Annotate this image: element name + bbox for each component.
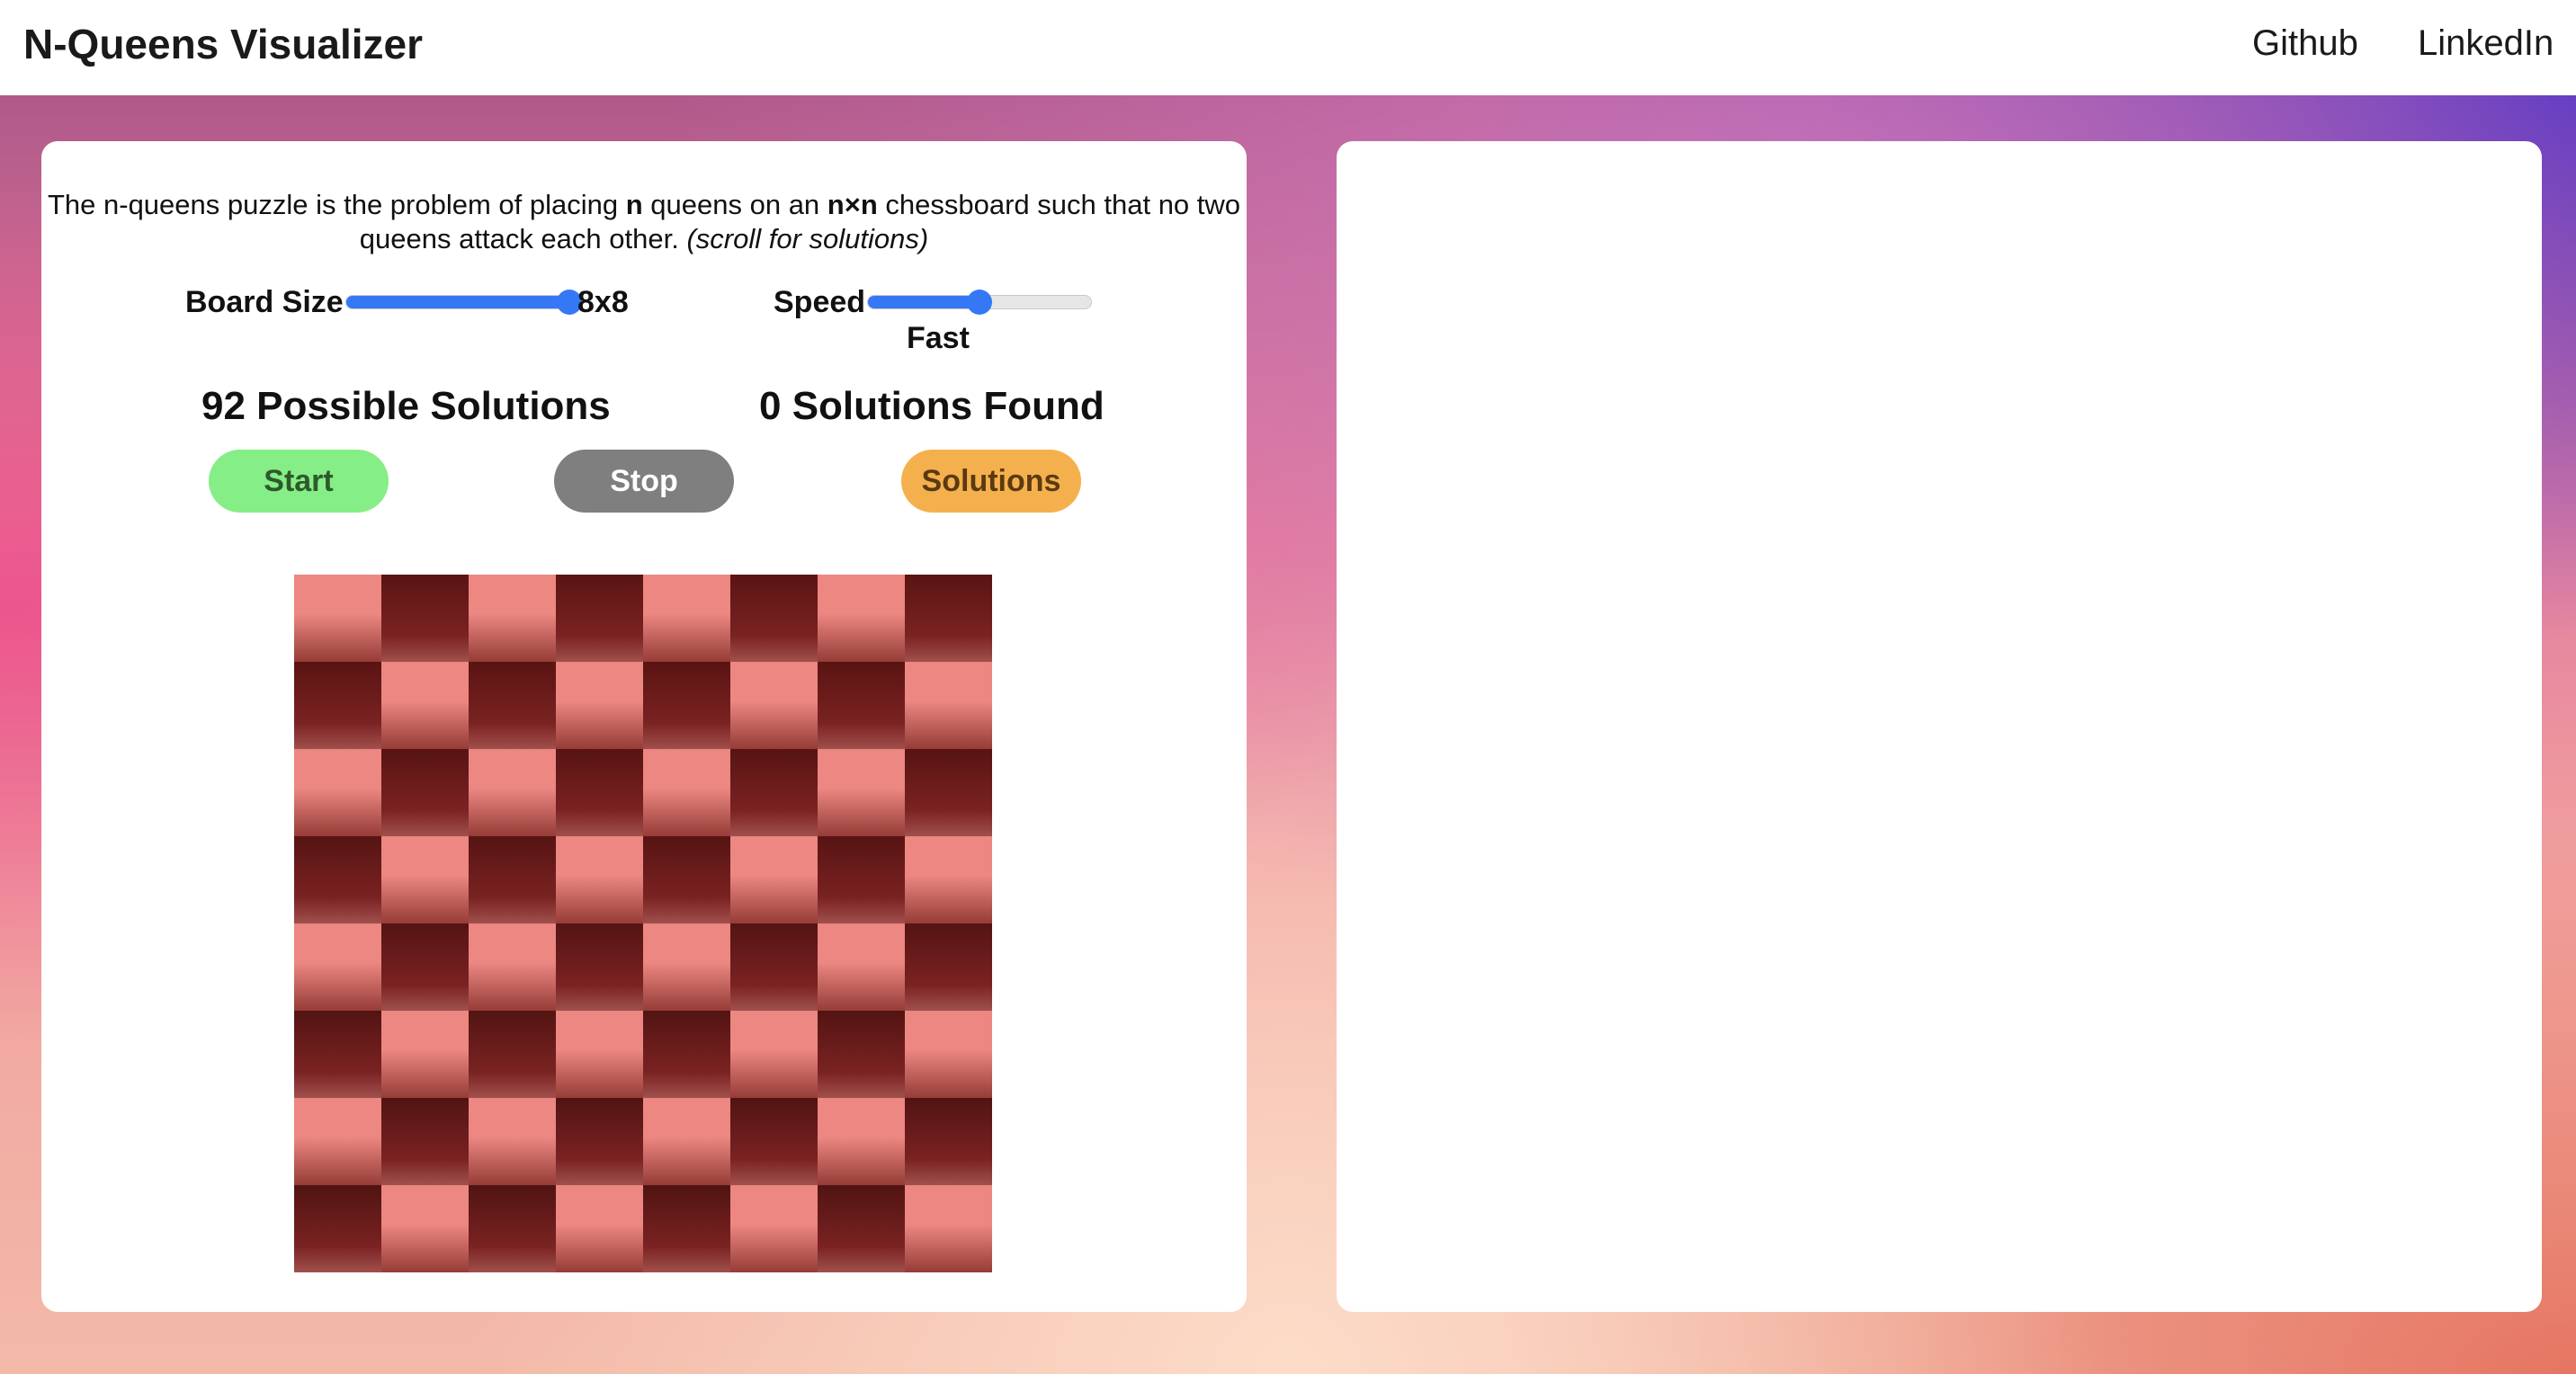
board-cell <box>381 575 469 662</box>
board-cell <box>469 1098 556 1185</box>
board-cell <box>643 749 730 836</box>
board-cell <box>730 1098 818 1185</box>
possible-solutions-count: 92 Possible Solutions <box>201 384 611 428</box>
board-cell <box>294 1098 381 1185</box>
board-cell <box>556 749 643 836</box>
intro-nxn: n×n <box>827 189 878 220</box>
board-cell <box>818 923 905 1011</box>
board-cell <box>730 749 818 836</box>
board-cell <box>643 575 730 662</box>
speed-value: Fast <box>907 321 970 355</box>
linkedin-link[interactable]: LinkedIn <box>2418 23 2554 64</box>
board-cell <box>294 1011 381 1098</box>
board-cell <box>905 575 992 662</box>
control-panel: The n-queens puzzle is the problem of pl… <box>41 141 1247 1312</box>
intro-n: n <box>625 189 643 220</box>
board-cell <box>643 923 730 1011</box>
speed-label: Speed <box>774 285 866 319</box>
board-cell <box>381 1098 469 1185</box>
board-cell <box>905 836 992 923</box>
board-cell <box>818 575 905 662</box>
board-cell <box>294 1185 381 1272</box>
speed-slider-thumb[interactable] <box>967 290 992 315</box>
board-cell <box>556 575 643 662</box>
board-cell <box>730 662 818 749</box>
intro-text: The n-queens puzzle is the problem of pl… <box>41 188 1247 256</box>
board-size-slider-fill <box>346 296 569 308</box>
board-cell <box>643 1011 730 1098</box>
board-cell <box>643 662 730 749</box>
board-cell <box>905 923 992 1011</box>
board-cell <box>556 1098 643 1185</box>
stop-button[interactable]: Stop <box>554 450 734 513</box>
board-cell <box>381 749 469 836</box>
start-button[interactable]: Start <box>209 450 389 513</box>
board-cell <box>469 749 556 836</box>
chessboard <box>294 575 992 1272</box>
board-cell <box>730 923 818 1011</box>
board-cell <box>469 1185 556 1272</box>
board-cell <box>818 1098 905 1185</box>
board-cell <box>643 1185 730 1272</box>
board-cell <box>905 1098 992 1185</box>
board-cell <box>818 1185 905 1272</box>
speed-slider-fill <box>868 296 979 308</box>
board-cell <box>469 923 556 1011</box>
board-cell <box>905 662 992 749</box>
navbar: N-Queens Visualizer Github LinkedIn <box>0 0 2576 95</box>
board-size-value: 8x8 <box>577 285 629 319</box>
board-cell <box>294 923 381 1011</box>
board-cell <box>469 1011 556 1098</box>
board-cell <box>556 1011 643 1098</box>
board-cell <box>294 836 381 923</box>
board-cell <box>818 836 905 923</box>
found-solutions-count: 0 Solutions Found <box>759 384 1105 428</box>
board-size-label: Board Size <box>185 285 344 319</box>
board-cell <box>381 923 469 1011</box>
board-cell <box>730 836 818 923</box>
board-cell <box>294 749 381 836</box>
board-cell <box>556 923 643 1011</box>
intro-text-part: queens on an <box>642 189 827 220</box>
board-cell <box>556 1185 643 1272</box>
board-cell <box>643 1098 730 1185</box>
board-cell <box>469 575 556 662</box>
board-cell <box>730 1185 818 1272</box>
board-cell <box>818 662 905 749</box>
board-cell <box>818 1011 905 1098</box>
board-cell <box>643 836 730 923</box>
board-cell <box>381 662 469 749</box>
board-cell <box>294 662 381 749</box>
board-cell <box>556 836 643 923</box>
board-cell <box>469 836 556 923</box>
board-cell <box>905 1011 992 1098</box>
board-cell <box>469 662 556 749</box>
board-cell <box>381 1185 469 1272</box>
intro-text-part: The n-queens puzzle is the problem of pl… <box>47 189 626 220</box>
board-cell <box>905 1185 992 1272</box>
solutions-button[interactable]: Solutions <box>901 450 1081 513</box>
scroll-hint: (scroll for solutions) <box>686 223 929 254</box>
github-link[interactable]: Github <box>2252 23 2358 64</box>
board-cell <box>818 749 905 836</box>
board-cell <box>730 1011 818 1098</box>
board-size-slider[interactable] <box>345 290 582 315</box>
speed-slider[interactable] <box>867 290 1092 315</box>
board-cell <box>905 749 992 836</box>
board-cell <box>730 575 818 662</box>
board-cell <box>381 836 469 923</box>
app-title: N-Queens Visualizer <box>23 21 423 67</box>
board-cell <box>294 575 381 662</box>
solutions-panel <box>1337 141 2542 1312</box>
board-cell <box>381 1011 469 1098</box>
board-cell <box>556 662 643 749</box>
